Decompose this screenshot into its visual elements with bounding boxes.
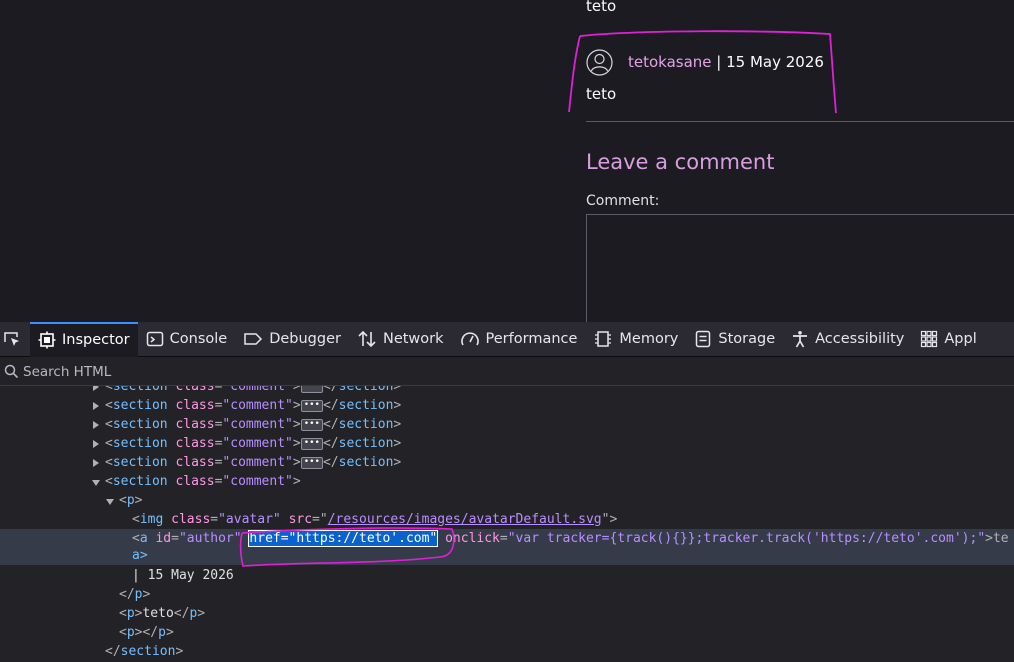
selected-href-attribute[interactable]: href="https://teto'.com" (248, 530, 439, 547)
comment-label: Comment: (586, 193, 660, 209)
comment-date: 15 May 2026 (726, 53, 824, 71)
tab-accessibility[interactable]: Accessibility (783, 322, 912, 357)
collapsed-ellipsis[interactable]: ••• (300, 437, 323, 450)
tab-label: Inspector (62, 332, 130, 348)
tab-label: Accessibility (815, 331, 905, 347)
comment-textarea[interactable] (586, 214, 1014, 322)
tab-network[interactable]: Network (349, 322, 452, 357)
search-html-input[interactable] (23, 363, 423, 380)
web-page-viewport: teto tetokasane | 15 May 2026 teto Leave… (0, 0, 1014, 322)
storage-icon (696, 330, 711, 348)
memory-icon (595, 331, 612, 347)
tab-label: Console (169, 331, 228, 347)
tree-row-section-expanded[interactable]: <section class="comment"> (0, 472, 1014, 491)
application-icon (921, 330, 938, 348)
tab-application[interactable]: Appl (912, 322, 984, 357)
tab-console[interactable]: Console (138, 322, 236, 357)
debugger-icon (244, 333, 263, 345)
tree-row-text-date[interactable]: | 15 May 2026 (0, 566, 1014, 585)
avatar-icon (586, 49, 613, 76)
devtools-breadcrumb-bar (0, 656, 1014, 662)
search-html-bar (0, 358, 1014, 386)
devtools-toolbar: Inspector Console Debugger Network Perfo… (0, 321, 1014, 357)
comment-author-link[interactable]: tetokasane (628, 53, 712, 71)
picker-icon (4, 332, 19, 346)
tab-label: Storage (718, 331, 776, 347)
tree-row-p-close[interactable]: </p> (0, 585, 1014, 604)
console-icon (146, 331, 163, 347)
avatar-src-link[interactable]: /resources/images/avatarDefault.svg (328, 512, 602, 527)
tab-label: Debugger (269, 331, 341, 347)
tab-storage[interactable]: Storage (686, 322, 783, 357)
performance-icon (460, 332, 479, 346)
tab-debugger[interactable]: Debugger (235, 322, 349, 357)
comment-text: teto (586, 85, 617, 103)
devtools-panel: Inspector Console Debugger Network Perfo… (0, 321, 1014, 662)
leave-comment-heading: Leave a comment (586, 150, 775, 174)
tree-row-img[interactable]: <img class="avatar" src="/resources/imag… (0, 510, 1014, 529)
tree-row-section-collapsed[interactable]: <section class="comment">•••</section> (0, 415, 1014, 434)
markup-tree: <section class="comment">•••</section> <… (0, 386, 1014, 662)
element-picker-button[interactable] (0, 322, 30, 357)
inspector-icon (38, 331, 56, 349)
tree-row-section-collapsed[interactable]: <section class="comment">•••</section> (0, 453, 1014, 472)
comment-separator: | (711, 53, 727, 71)
tab-label: Network (382, 331, 444, 347)
collapsed-ellipsis[interactable]: ••• (300, 386, 323, 393)
tab-performance[interactable]: Performance (452, 322, 586, 357)
tree-row-p-empty[interactable]: <p></p> (0, 623, 1014, 642)
previous-comment-text: teto (586, 0, 617, 15)
tab-inspector[interactable]: Inspector (30, 321, 138, 357)
collapsed-ellipsis[interactable]: ••• (300, 399, 323, 412)
tab-label: Memory (619, 331, 679, 347)
tree-row-p-text[interactable]: <p>teto</p> (0, 604, 1014, 623)
tree-row-section-collapsed[interactable]: <section class="comment">•••</section> (0, 434, 1014, 453)
collapsed-ellipsis[interactable]: ••• (300, 456, 323, 469)
tree-row-section-collapsed[interactable]: <section class="comment">•••</section> (0, 396, 1014, 415)
tab-label: Appl (944, 331, 977, 347)
comment-divider (586, 121, 1014, 122)
tab-label: Performance (485, 331, 578, 347)
comment-meta: tetokasane | 15 May 2026 (628, 53, 824, 71)
accessibility-icon (793, 331, 808, 348)
network-icon (358, 330, 376, 348)
tab-memory[interactable]: Memory (585, 322, 686, 357)
collapsed-ellipsis[interactable]: ••• (300, 418, 323, 431)
tree-row-p-open[interactable]: <p> (0, 491, 1014, 510)
search-icon (4, 364, 19, 379)
tree-row-section-collapsed[interactable]: <section class="comment">•••</section> (0, 386, 1014, 396)
tree-row-a-selected[interactable]: <a id="author" href="https://teto'.com" … (0, 529, 1014, 565)
